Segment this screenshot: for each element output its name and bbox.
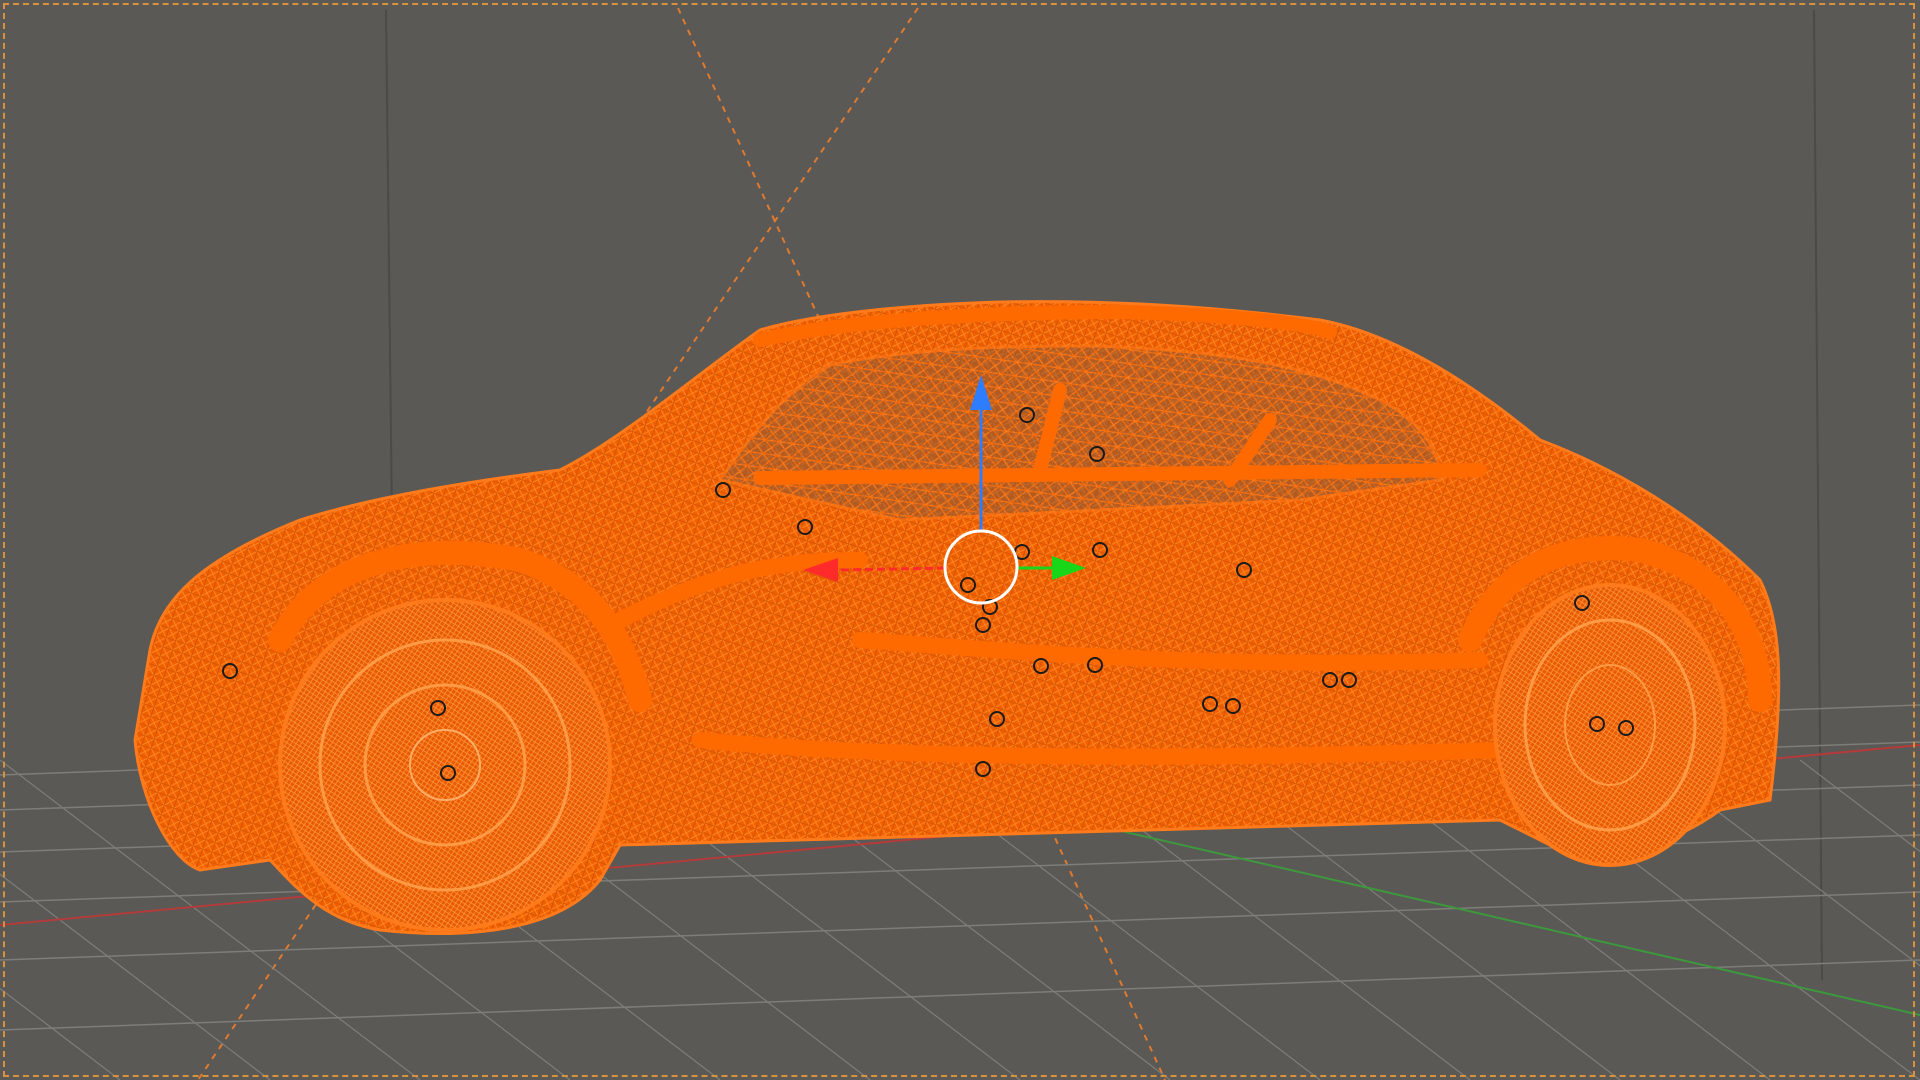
front-wheel[interactable]: [278, 598, 612, 932]
car-wireframe[interactable]: [133, 300, 1781, 935]
rear-wheel[interactable]: [1493, 583, 1727, 867]
3d-viewport[interactable]: [0, 0, 1920, 1080]
grid-line: [0, 959, 1920, 1031]
gizmo-x-axis-line: [839, 566, 946, 572]
grid-line: [0, 891, 1920, 961]
viewport-scene[interactable]: [0, 0, 1920, 1080]
